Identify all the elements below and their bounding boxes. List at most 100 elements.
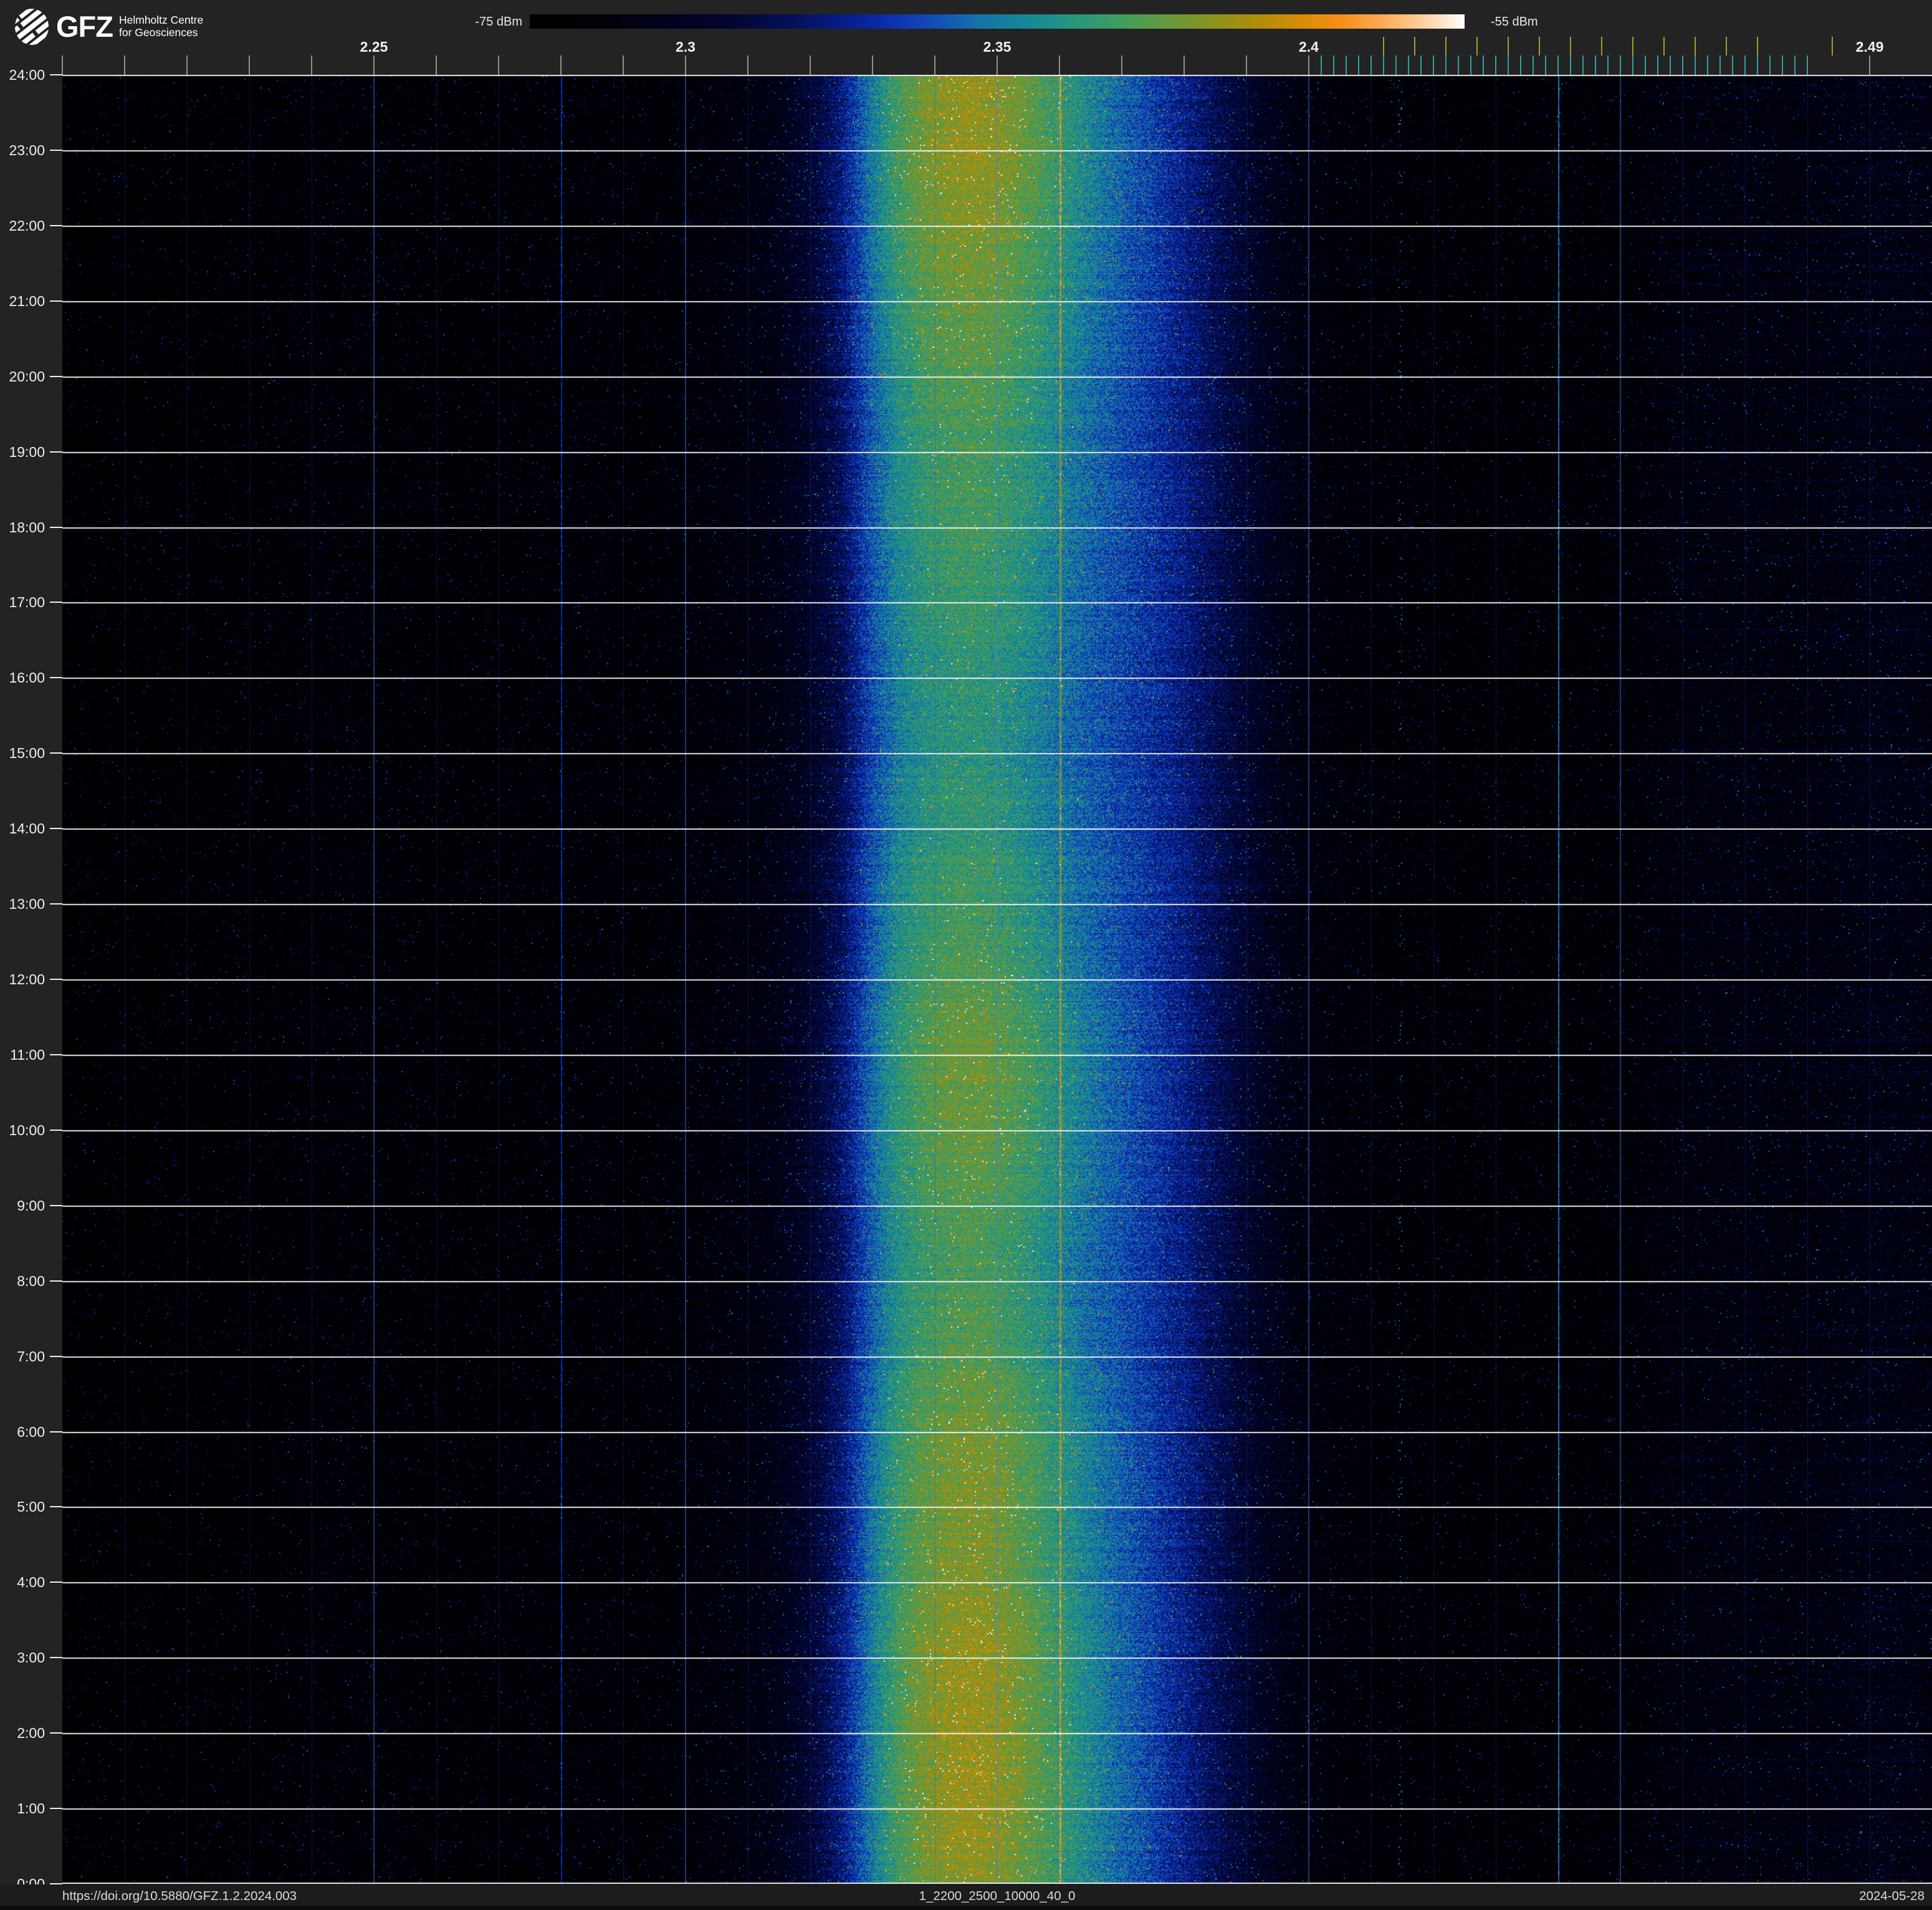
time-tick-label: 17:00: [9, 594, 45, 611]
time-tick-label: 8:00: [17, 1272, 45, 1289]
ble-channel-tick: [1321, 55, 1322, 75]
wifi-channel-tick: [1570, 37, 1571, 55]
time-tick: [50, 74, 62, 75]
ble-channel-tick: [1782, 55, 1783, 75]
wifi-channel-tick: [1695, 37, 1696, 55]
wifi-channel-tick: [1757, 37, 1758, 55]
time-tick-label: 11:00: [10, 1046, 45, 1063]
ble-channel-tick: [1794, 55, 1796, 75]
ble-channel-tick: [1632, 55, 1633, 75]
footer-doi: https://doi.org/10.5880/GFZ.1.2.2024.003: [62, 1889, 297, 1903]
time-tick: [50, 1280, 62, 1282]
freq-tick-label: 2.3: [676, 39, 696, 55]
ble-channel-tick: [1732, 55, 1733, 75]
time-tick: [50, 1355, 62, 1357]
time-tick: [50, 149, 62, 151]
freq-tick: [1308, 55, 1309, 75]
freq-tick: [436, 55, 437, 75]
time-tick-label: 6:00: [17, 1423, 45, 1440]
ble-channel-tick: [1495, 55, 1496, 75]
freq-tick: [249, 55, 250, 75]
freq-tick: [623, 55, 624, 75]
ble-channel-tick: [1370, 55, 1372, 75]
ble-channel-tick: [1682, 55, 1683, 75]
time-tick-label: 13:00: [9, 896, 45, 913]
time-tick: [50, 300, 62, 302]
freq-tick: [373, 55, 375, 75]
ble-channel-tick: [1807, 55, 1808, 75]
time-tick-label: 3:00: [17, 1649, 45, 1666]
freq-tick: [685, 55, 686, 75]
ble-channel-tick: [1533, 55, 1534, 75]
time-tick: [50, 1808, 62, 1810]
ble-channel-tick: [1408, 55, 1409, 75]
time-tick: [50, 828, 62, 830]
wifi-channel-tick: [1632, 37, 1633, 55]
time-tick-label: 15:00: [9, 745, 45, 762]
ble-channel-tick: [1383, 55, 1384, 75]
time-tick: [50, 1581, 62, 1583]
ble-channel-tick: [1620, 55, 1621, 75]
time-tick-label: 7:00: [17, 1348, 45, 1365]
freq-tick: [747, 55, 748, 75]
ble-channel-tick: [1557, 55, 1559, 75]
freq-tick: [934, 55, 935, 75]
gfz-globe-icon: [14, 7, 50, 46]
time-tick: [50, 526, 62, 528]
time-tick-label: 18:00: [9, 519, 45, 535]
time-tick: [50, 979, 62, 980]
freq-tick: [1121, 55, 1122, 75]
freq-tick: [1246, 55, 1247, 75]
ble-channel-tick: [1757, 55, 1758, 75]
time-tick-label: 16:00: [9, 669, 45, 686]
time-tick-label: 5:00: [17, 1499, 45, 1515]
time-tick: [50, 1129, 62, 1131]
ble-channel-tick: [1607, 55, 1609, 75]
freq-tick: [872, 55, 873, 75]
freq-tick-label: 2.49: [1855, 39, 1884, 55]
freq-tick: [1184, 55, 1185, 75]
time-tick: [50, 1053, 62, 1055]
wifi-channel-tick: [1832, 37, 1833, 55]
ble-channel-tick: [1707, 55, 1708, 75]
freq-tick: [1869, 55, 1870, 75]
ble-channel-tick: [1582, 55, 1584, 75]
time-tick: [50, 1657, 62, 1659]
ble-channel-tick: [1333, 55, 1334, 75]
time-tick: [50, 451, 62, 453]
ble-channel-tick: [1358, 55, 1359, 75]
time-tick-label: 1:00: [17, 1800, 45, 1817]
spectrogram-canvas: [62, 75, 1932, 1884]
time-tick: [50, 602, 62, 603]
ble-channel-tick: [1470, 55, 1471, 75]
time-tick-label: 19:00: [9, 443, 45, 460]
time-tick-label: 4:00: [17, 1574, 45, 1591]
time-tick: [50, 224, 62, 226]
wifi-channel-tick: [1663, 37, 1665, 55]
wifi-channel-tick: [1508, 37, 1509, 55]
time-tick: [50, 1204, 62, 1206]
ble-channel-tick: [1744, 55, 1746, 75]
footer-date: 2024-05-28: [1859, 1889, 1925, 1903]
ble-channel-tick: [1346, 55, 1347, 75]
time-tick-label: 9:00: [17, 1197, 45, 1214]
ble-channel-tick: [1545, 55, 1546, 75]
wifi-channel-tick: [1383, 37, 1384, 55]
freq-tick-label: 2.35: [983, 39, 1011, 55]
footer-dataset-id: 1_2200_2500_10000_40_0: [919, 1889, 1076, 1903]
time-tick-label: 10:00: [9, 1121, 45, 1138]
freq-tick: [810, 55, 811, 75]
ble-channel-tick: [1520, 55, 1521, 75]
freq-tick: [186, 55, 188, 75]
time-tick-label: 2:00: [17, 1725, 45, 1742]
ble-channel-tick: [1445, 55, 1447, 75]
time-tick: [50, 375, 62, 377]
logo-institute-name: Helmholtz Centre for Geosciences: [118, 14, 204, 39]
wifi-channel-tick: [1601, 37, 1602, 55]
time-tick: [50, 752, 62, 754]
ble-channel-tick: [1433, 55, 1434, 75]
wifi-channel-tick: [1726, 37, 1727, 55]
ble-channel-tick: [1595, 55, 1596, 75]
time-tick-label: 21:00: [9, 292, 45, 309]
time-tick-label: 14:00: [9, 820, 45, 837]
